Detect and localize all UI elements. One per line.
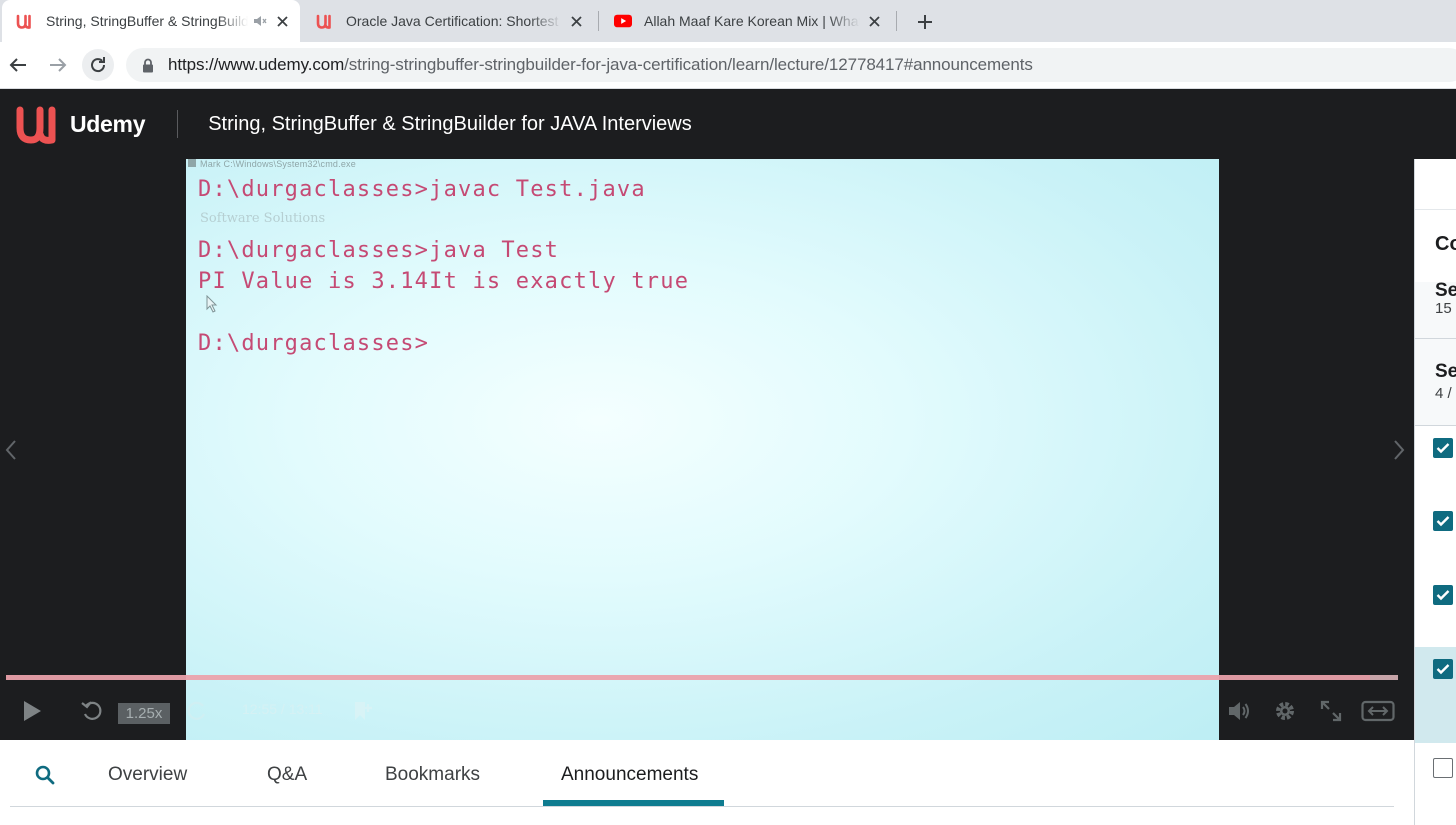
add-bookmark-icon[interactable] [348, 695, 376, 727]
settings-gear-icon[interactable] [1270, 695, 1300, 727]
speaker-muted-icon[interactable] [252, 13, 268, 29]
video-frame[interactable]: Mark C:\Windows\System32\cmd.exe D:\durg… [186, 159, 1219, 740]
close-tab-icon[interactable] [866, 13, 882, 29]
course-title[interactable]: String, StringBuffer & StringBuilder for… [208, 113, 692, 136]
new-tab-plus-icon[interactable] [912, 9, 938, 35]
back-arrow-icon[interactable] [2, 49, 34, 81]
section-name: Se [1435, 280, 1456, 301]
play-icon[interactable] [18, 695, 46, 727]
close-tab-icon[interactable] [568, 13, 584, 29]
url-path: /string-stringbuffer-stringbuilder-for-j… [344, 55, 1033, 74]
forward-icon[interactable] [184, 695, 210, 727]
expand-view-icon[interactable] [1360, 695, 1396, 727]
next-lecture-chevron-icon[interactable] [1388, 434, 1410, 466]
playback-speed-button[interactable]: 1.25x [118, 703, 170, 724]
udemy-icon [16, 12, 34, 30]
section-info: 15 [1435, 300, 1452, 317]
video-player[interactable]: Mark C:\Windows\System32\cmd.exe D:\durg… [0, 159, 1414, 740]
tab-bookmarks[interactable]: Bookmarks [385, 764, 480, 786]
lecture-complete-checkbox[interactable] [1433, 438, 1453, 458]
section-info: 4 / [1435, 385, 1452, 402]
terminal-line: D:\durgaclasses>javac Test.java [198, 177, 646, 202]
udemy-icon [316, 12, 334, 30]
terminal-line: D:\durgaclasses>java Test [198, 238, 560, 263]
tab-separator [896, 11, 897, 31]
browser-tab-youtube[interactable]: Allah Maaf Kare Korean Mix | Whatsapp St… [600, 0, 892, 42]
browser-tab-udemy-string[interactable]: String, StringBuffer & StringBuilder for… [2, 0, 300, 42]
address-bar[interactable]: https://www.udemy.com/string-stringbuffe… [126, 48, 1456, 82]
fullscreen-icon[interactable] [1316, 695, 1346, 727]
browser-tab-strip: String, StringBuffer & StringBuilder for… [0, 0, 1456, 42]
browser-tab-title: Oracle Java Certification: Shortest Way … [346, 13, 562, 29]
volume-icon[interactable] [1224, 695, 1254, 727]
browser-toolbar: https://www.udemy.com/string-stringbuffe… [0, 42, 1456, 89]
tab-overview[interactable]: Overview [108, 764, 187, 786]
reload-icon[interactable] [82, 49, 114, 81]
forward-arrow-icon[interactable] [42, 49, 74, 81]
header-divider [177, 110, 179, 138]
udemy-logo[interactable]: Udemy [12, 104, 146, 144]
video-progress-bar[interactable] [6, 675, 1398, 680]
terminal-line: PI Value is 3.14It is exactly true [198, 269, 690, 294]
sidebar-section[interactable]: Se 15 [1415, 280, 1456, 339]
video-timecode: 12:55 / 13:11 [242, 701, 323, 717]
lecture-complete-checkbox[interactable] [1433, 511, 1453, 531]
lecture-incomplete-checkbox[interactable] [1433, 758, 1453, 778]
close-tab-icon[interactable] [274, 13, 290, 29]
course-header: Udemy String, StringBuffer & StringBuild… [0, 89, 1456, 159]
browser-tab-title: Allah Maaf Kare Korean Mix | Whatsapp St… [644, 13, 860, 29]
url-text: https://www.udemy.com/string-stringbuffe… [168, 55, 1033, 75]
section-name: Se [1435, 361, 1456, 382]
lock-icon [142, 57, 156, 73]
browser-tab-oracle-java[interactable]: Oracle Java Certification: Shortest Way … [302, 0, 594, 42]
sidebar-section[interactable]: Se 4 / [1415, 339, 1456, 426]
udemy-logo-icon [16, 106, 56, 144]
tabs-divider [10, 806, 1394, 807]
url-host: https://www.udemy.com [168, 55, 345, 74]
sidebar-title: Co [1435, 233, 1456, 255]
search-icon[interactable] [34, 764, 56, 786]
sidebar-header: Co [1415, 209, 1456, 283]
tab-qa[interactable]: Q&A [267, 764, 307, 786]
course-content-sidebar: Co Se 15 Se 4 / [1414, 159, 1456, 825]
lecture-complete-checkbox[interactable] [1433, 659, 1453, 679]
tab-separator [598, 11, 599, 31]
lecture-complete-checkbox[interactable] [1433, 585, 1453, 605]
video-controls: 1.25x 12:55 / 13:11 [0, 689, 1414, 733]
terminal-line: D:\durgaclasses> [198, 331, 430, 356]
video-watermark: Software Solutions [200, 211, 326, 226]
course-content-tabs: Overview Q&A Bookmarks Announcements [0, 740, 1414, 825]
rewind-icon[interactable] [78, 695, 106, 727]
tab-announcements[interactable]: Announcements [561, 764, 698, 786]
previous-lecture-chevron-icon[interactable] [0, 434, 22, 466]
youtube-icon [614, 12, 632, 30]
mouse-cursor-icon [206, 294, 218, 318]
browser-tab-title: String, StringBuffer & StringBuilder for… [46, 13, 248, 29]
udemy-wordmark: Udemy [70, 110, 146, 137]
cmd-window-title: Mark C:\Windows\System32\cmd.exe [188, 159, 356, 169]
video-progress-fill [6, 675, 1371, 680]
